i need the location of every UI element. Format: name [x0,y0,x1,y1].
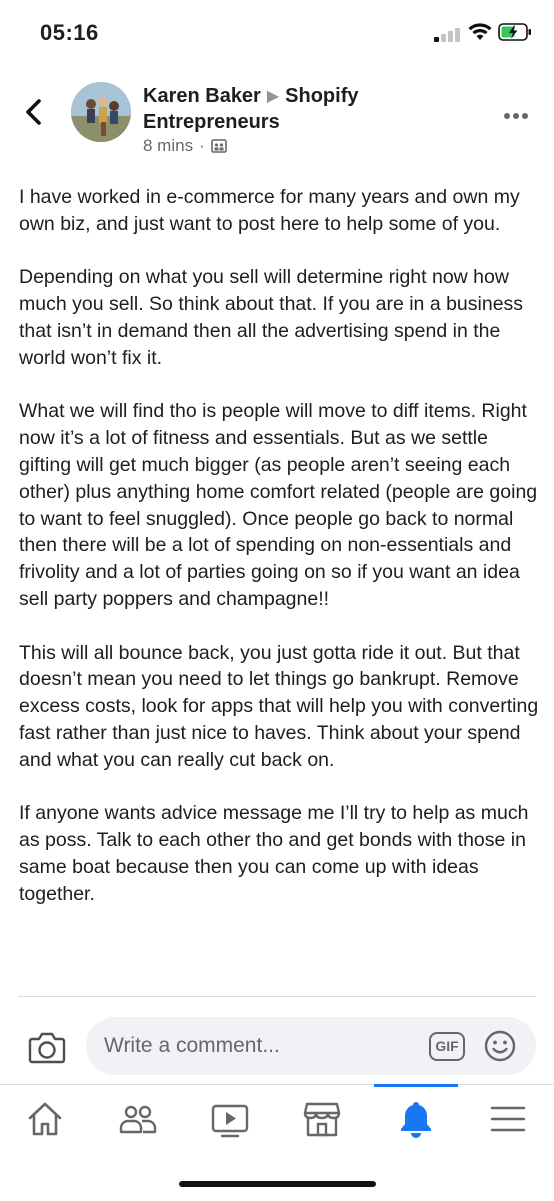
post-author-line: Karen Baker ▶ Shopify Entrepreneurs [143,84,473,135]
meta-separator: · [199,136,205,155]
back-arrow-icon[interactable] [20,96,48,128]
post-paragraph: Depending on what you sell will determin… [19,266,524,369]
home-indicator [179,1181,376,1187]
shared-to-arrow-icon: ▶ [266,88,280,105]
post-header: Karen Baker ▶ Shopify Entrepreneurs 8 mins… [0,78,554,158]
author-name[interactable]: Karen Baker [143,85,261,107]
gif-button[interactable]: GIF [429,1032,465,1061]
active-tab-indicator [374,1084,458,1087]
post-paragraph: This will all bounce back, you just gott… [19,641,539,771]
groups-icon[interactable] [118,1099,158,1139]
post-time: 8 mins [143,136,194,155]
cellular-signal-icon [434,26,462,42]
post-paragraph: If anyone wants advice message me I’ll t… [19,802,529,905]
wifi-icon [468,23,492,40]
more-options-icon[interactable] [504,106,532,119]
watch-icon[interactable] [210,1099,250,1139]
menu-icon[interactable] [488,1099,528,1139]
marketplace-icon[interactable] [302,1099,342,1139]
emoji-icon[interactable] [484,1030,516,1062]
post-paragraph: I have worked in e-commerce for many yea… [19,186,520,235]
home-icon[interactable] [25,1099,65,1139]
post-body: I have worked in e-commerce for many yea… [19,184,541,934]
comment-placeholder: Write a comment... [104,1034,280,1057]
battery-charging-icon [498,23,531,41]
divider [18,996,536,997]
camera-icon[interactable] [28,1030,66,1064]
post-paragraph: What we will find tho is people will mov… [19,400,538,610]
post-meta: 8 mins · [143,136,227,156]
status-bar: 05:16 [0,0,554,66]
comment-input[interactable]: Write a comment... GIF [86,1017,536,1075]
comment-bar: Write a comment... GIF [0,1016,554,1078]
avatar[interactable] [71,82,131,142]
status-time: 05:16 [40,20,99,45]
group-privacy-icon [210,139,227,153]
notifications-bell-icon[interactable] [396,1099,436,1139]
